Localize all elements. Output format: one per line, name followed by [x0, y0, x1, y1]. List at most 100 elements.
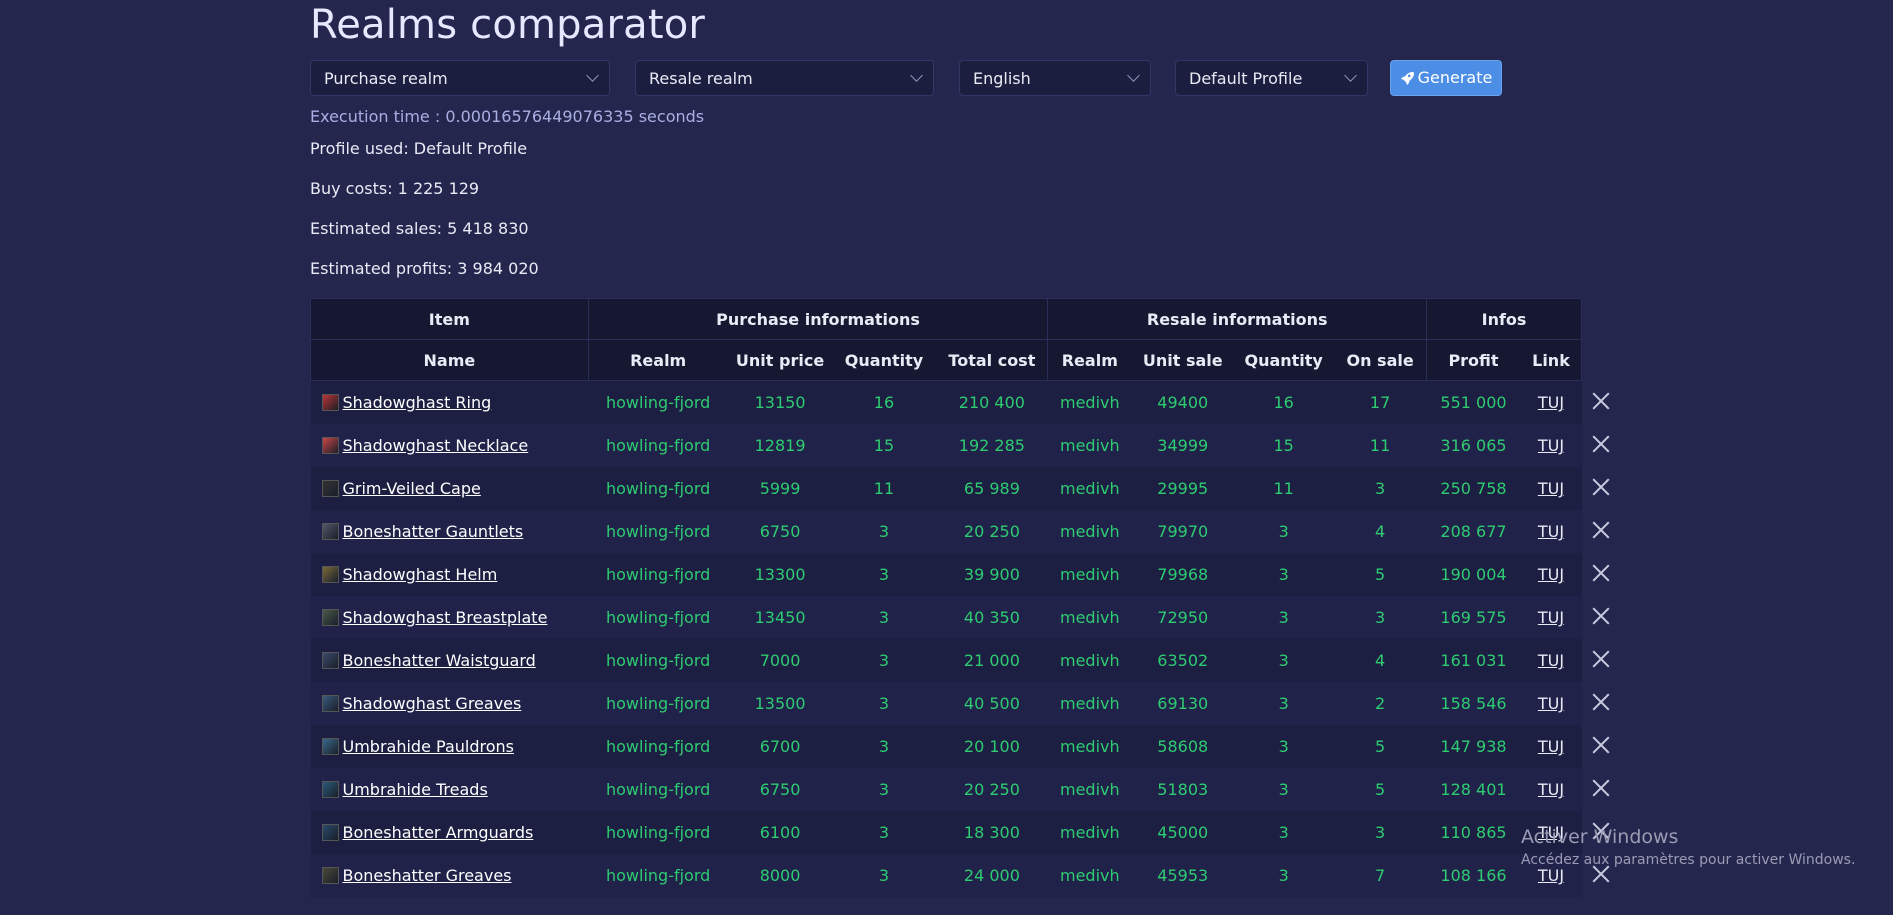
- cell-on-sale: 5: [1333, 768, 1427, 811]
- remove-row-close-icon[interactable]: [1591, 434, 1611, 454]
- cell-on-sale: 4: [1333, 510, 1427, 553]
- item-link[interactable]: Shadowghast Necklace: [343, 436, 529, 455]
- column-header[interactable]: Quantity: [831, 339, 937, 381]
- cell-r-qty: 3: [1233, 725, 1334, 768]
- column-header[interactable]: Profit: [1426, 339, 1521, 381]
- tuj-link[interactable]: TUJ: [1538, 522, 1564, 541]
- tuj-link[interactable]: TUJ: [1538, 737, 1564, 756]
- armguards-icon: [321, 824, 339, 841]
- cell-total: 24 000: [935, 854, 1048, 897]
- item-name-cell: Shadowghast Necklace: [310, 424, 589, 467]
- cell-p-qty: 3: [832, 725, 936, 768]
- execution-time: Execution time : 0.00016576449076335 sec…: [310, 107, 705, 126]
- generate-button[interactable]: Generate: [1390, 60, 1502, 96]
- item-link[interactable]: Umbrahide Treads: [343, 780, 488, 799]
- cape-icon: [321, 480, 339, 497]
- column-header-row: Name Realm Unit price Quantity Total cos…: [310, 339, 1583, 381]
- cell-on-sale: 3: [1333, 596, 1427, 639]
- cell-unit-price: 13150: [728, 380, 832, 424]
- remove-row-close-icon[interactable]: [1591, 520, 1611, 540]
- tuj-link[interactable]: TUJ: [1538, 694, 1564, 713]
- helm-icon: [321, 566, 339, 583]
- table-row: Shadowghast Necklace howling-fjord 12819 15…: [310, 424, 1582, 467]
- remove-row-close-icon[interactable]: [1591, 606, 1611, 626]
- cell-unit-price: 6750: [728, 768, 832, 811]
- cell-unit-sale: 79968: [1131, 553, 1234, 596]
- cell-p-qty: 15: [832, 424, 936, 467]
- link-cell: TUJ: [1520, 380, 1582, 424]
- profile-select[interactable]: Default Profile: [1175, 60, 1368, 96]
- language-select[interactable]: English: [959, 60, 1151, 96]
- cell-profit: 128 401: [1426, 768, 1521, 811]
- cell-total: 18 300: [935, 811, 1048, 854]
- tuj-link[interactable]: TUJ: [1538, 393, 1564, 412]
- cell-r-qty: 3: [1233, 811, 1334, 854]
- column-header[interactable]: Unit sale: [1131, 339, 1235, 381]
- group-header-purchase: Purchase informations: [587, 298, 1049, 340]
- cell-total: 192 285: [935, 424, 1048, 467]
- cell-p-qty: 3: [832, 510, 936, 553]
- column-header[interactable]: Name: [310, 339, 589, 381]
- cell-on-sale: 5: [1333, 553, 1427, 596]
- column-header[interactable]: Total cost: [935, 339, 1049, 381]
- column-header[interactable]: Realm: [1047, 339, 1133, 381]
- purchase-realm-select[interactable]: Purchase realm: [310, 60, 610, 96]
- remove-row-close-icon[interactable]: [1591, 735, 1611, 755]
- tuj-link[interactable]: TUJ: [1538, 866, 1564, 885]
- cell-total: 21 000: [935, 639, 1048, 682]
- item-link[interactable]: Shadowghast Greaves: [343, 694, 522, 713]
- tuj-link[interactable]: TUJ: [1538, 565, 1564, 584]
- column-header[interactable]: On sale: [1333, 339, 1428, 381]
- tuj-link[interactable]: TUJ: [1538, 436, 1564, 455]
- item-link[interactable]: Grim-Veiled Cape: [343, 479, 481, 498]
- group-header-resale: Resale informations: [1047, 298, 1428, 340]
- remove-row-close-icon[interactable]: [1591, 477, 1611, 497]
- cell-p-realm: howling-fjord: [588, 811, 729, 854]
- item-link[interactable]: Boneshatter Armguards: [343, 823, 534, 842]
- cell-p-realm: howling-fjord: [588, 854, 729, 897]
- cell-p-qty: 3: [832, 553, 936, 596]
- cell-p-realm: howling-fjord: [588, 639, 729, 682]
- tuj-link[interactable]: TUJ: [1538, 651, 1564, 670]
- cell-r-qty: 3: [1233, 639, 1334, 682]
- column-header[interactable]: Unit price: [727, 339, 833, 381]
- item-link[interactable]: Boneshatter Gauntlets: [343, 522, 524, 541]
- item-name-cell: Boneshatter Armguards: [310, 811, 589, 854]
- column-header[interactable]: Quantity: [1233, 339, 1335, 381]
- cell-r-realm: medivh: [1047, 553, 1132, 596]
- cell-total: 40 500: [935, 682, 1048, 725]
- item-link[interactable]: Shadowghast Breastplate: [343, 608, 548, 627]
- item-link[interactable]: Shadowghast Ring: [343, 393, 492, 412]
- remove-row-close-icon[interactable]: [1591, 649, 1611, 669]
- buy-costs: Buy costs: 1 225 129: [310, 179, 480, 198]
- cell-unit-price: 7000: [728, 639, 832, 682]
- cell-profit: 316 065: [1426, 424, 1521, 467]
- item-link[interactable]: Shadowghast Helm: [343, 565, 498, 584]
- remove-row-close-icon[interactable]: [1591, 563, 1611, 583]
- link-cell: TUJ: [1520, 768, 1582, 811]
- resale-realm-select[interactable]: Resale realm: [635, 60, 934, 96]
- column-header[interactable]: Realm: [587, 339, 729, 381]
- cell-p-qty: 3: [832, 639, 936, 682]
- cell-unit-price: 5999: [728, 467, 832, 510]
- item-link[interactable]: Boneshatter Waistguard: [343, 651, 536, 670]
- cell-r-qty: 3: [1233, 553, 1334, 596]
- column-header[interactable]: Link: [1519, 339, 1583, 381]
- tuj-link[interactable]: TUJ: [1538, 780, 1564, 799]
- tuj-link[interactable]: TUJ: [1538, 608, 1564, 627]
- remove-row-close-icon[interactable]: [1591, 692, 1611, 712]
- remove-row-close-icon[interactable]: [1591, 778, 1611, 798]
- cell-r-qty: 3: [1233, 768, 1334, 811]
- tuj-link[interactable]: TUJ: [1538, 479, 1564, 498]
- item-link[interactable]: Boneshatter Greaves: [343, 866, 512, 885]
- cell-on-sale: 5: [1333, 725, 1427, 768]
- item-name-cell: Boneshatter Waistguard: [310, 639, 589, 682]
- cell-p-realm: howling-fjord: [588, 424, 729, 467]
- table-row: Shadowghast Helm howling-fjord 13300 3 39 90…: [310, 553, 1582, 596]
- remove-row-close-icon[interactable]: [1591, 391, 1611, 411]
- cell-unit-price: 13450: [728, 596, 832, 639]
- group-header-row: Item Purchase informations Resale inform…: [310, 298, 1582, 340]
- cell-r-qty: 3: [1233, 596, 1334, 639]
- cell-on-sale: 2: [1333, 682, 1427, 725]
- item-link[interactable]: Umbrahide Pauldrons: [343, 737, 514, 756]
